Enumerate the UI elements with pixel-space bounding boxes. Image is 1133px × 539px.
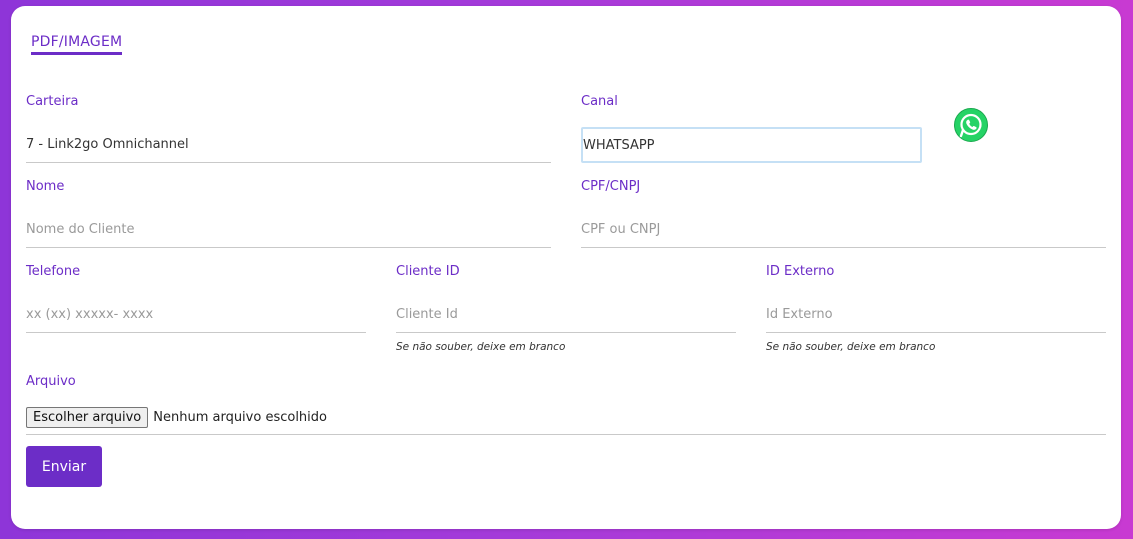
id-externo-field: ID Externo Se não souber, deixe em branc…	[766, 263, 1106, 353]
carteira-label: Carteira	[26, 94, 79, 109]
cliente-id-label: Cliente ID	[396, 264, 460, 279]
cpf-input[interactable]	[581, 212, 1106, 248]
canal-label: Canal	[581, 94, 618, 109]
tab-pdf-imagem[interactable]: PDF/IMAGEM	[31, 34, 123, 55]
nome-input[interactable]	[26, 212, 551, 248]
cpf-field: CPF/CNPJ	[581, 178, 1106, 248]
whatsapp-icon[interactable]	[953, 107, 989, 143]
nome-field: Nome	[26, 178, 551, 248]
carteira-input[interactable]	[26, 127, 551, 163]
canal-input[interactable]	[581, 127, 922, 163]
canal-field: Canal	[581, 93, 922, 163]
file-input: Escolher arquivo Nenhum arquivo escolhid…	[26, 406, 1106, 435]
cpf-label: CPF/CNPJ	[581, 179, 641, 194]
cliente-id-hint: Se não souber, deixe em branco	[396, 341, 566, 353]
telefone-label: Telefone	[26, 264, 81, 279]
telefone-input[interactable]	[26, 297, 366, 333]
file-status-text: Nenhum arquivo escolhido	[153, 409, 327, 425]
cliente-id-field: Cliente ID Se não souber, deixe em branc…	[396, 263, 736, 353]
submit-button[interactable]: Enviar	[26, 446, 102, 487]
cliente-id-input[interactable]	[396, 297, 736, 333]
telefone-field: Telefone	[26, 263, 366, 333]
arquivo-field: Arquivo	[26, 373, 326, 391]
form-card: PDF/IMAGEM Carteira Canal Nome CPF/CNPJ …	[11, 6, 1121, 529]
arquivo-label: Arquivo	[26, 374, 76, 389]
id-externo-hint: Se não souber, deixe em branco	[766, 341, 936, 353]
carteira-field: Carteira	[26, 93, 551, 163]
id-externo-label: ID Externo	[766, 264, 835, 279]
choose-file-button[interactable]: Escolher arquivo	[26, 406, 149, 428]
id-externo-input[interactable]	[766, 297, 1106, 333]
nome-label: Nome	[26, 179, 65, 194]
